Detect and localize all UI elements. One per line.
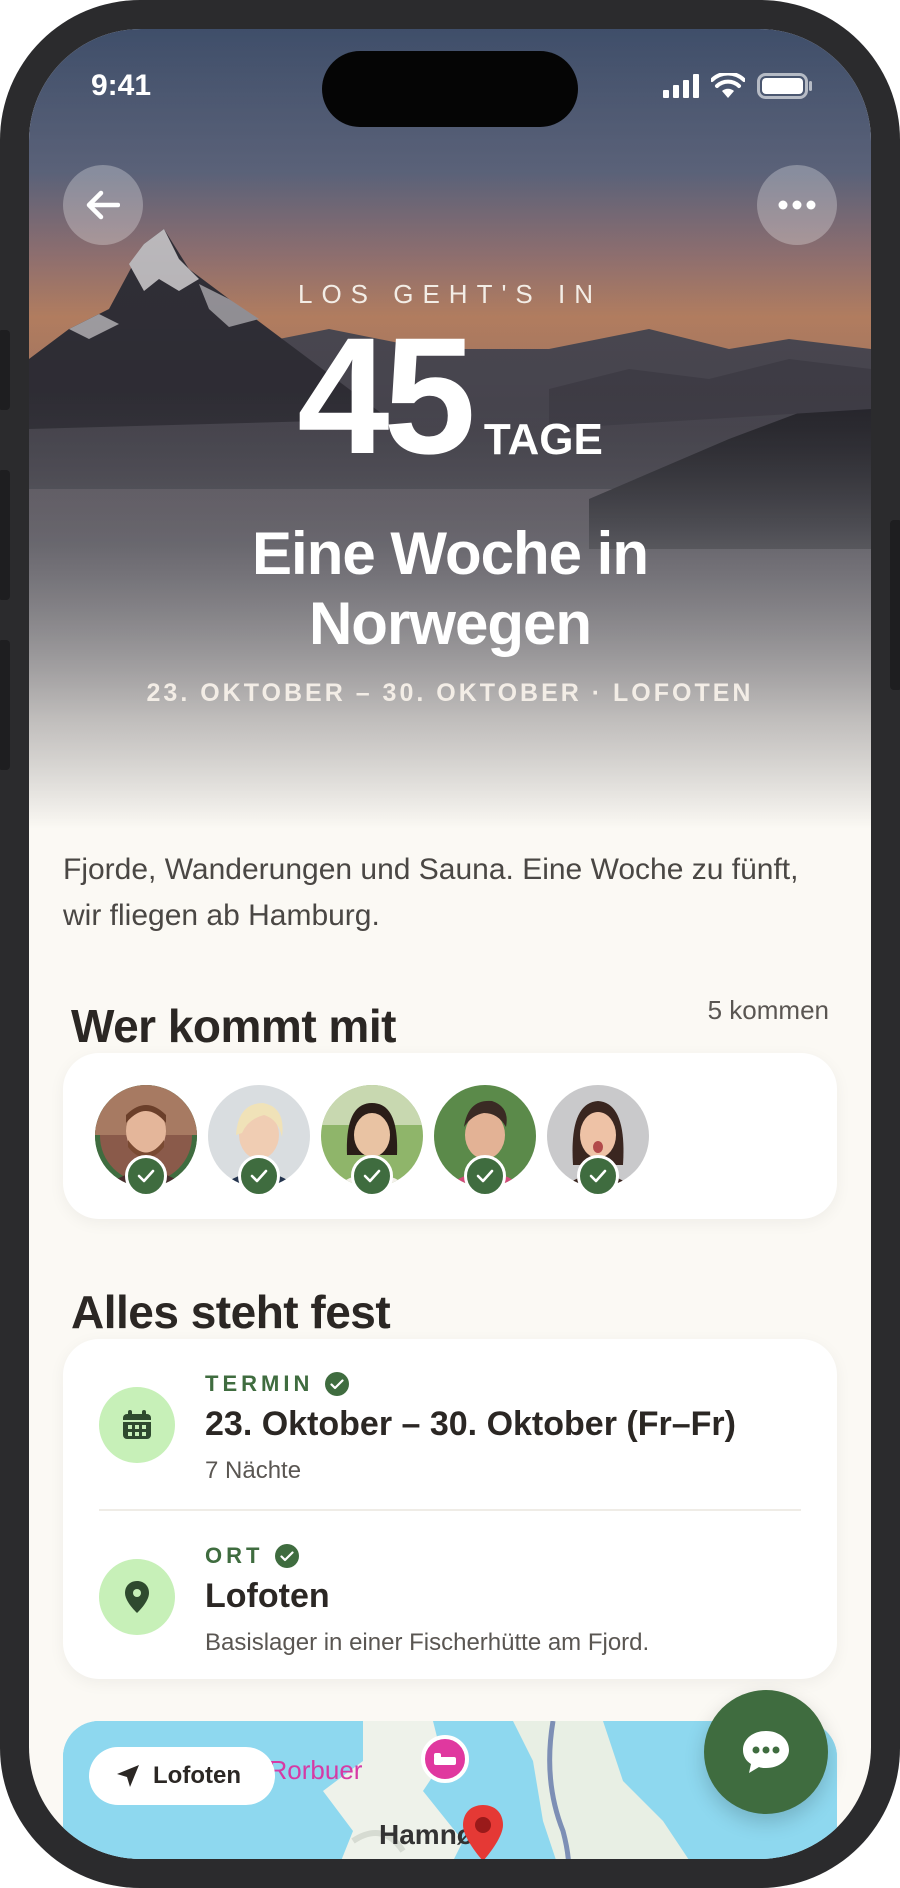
guest-avatar[interactable] [321,1085,423,1197]
fixed-section-title: Alles steht fest [71,1286,391,1338]
trip-title-line1: Eine Woche in [252,520,649,587]
checkmark-icon [250,1169,268,1183]
phone-frame: 9:41 LOS GEHT'S IN 45 TAGE Eine Woche in… [0,0,900,1888]
countdown-number: 45 [297,304,476,489]
status-time: 9:41 [91,69,152,102]
navigation-arrow-icon [117,1765,139,1787]
map-location-chip[interactable]: Lofoten [89,1747,275,1805]
guests-card[interactable] [63,1053,837,1219]
map-pin-icon-circle [99,1559,175,1635]
confirmed-check-badge [577,1155,619,1197]
guest-avatar[interactable] [434,1085,536,1197]
chat-button[interactable] [704,1690,828,1814]
dynamic-island [322,51,578,127]
battery-icon [757,73,812,99]
confirmed-check-badge [238,1155,280,1197]
confirmed-check-badge [125,1155,167,1197]
place-value: Lofoten [205,1577,330,1615]
arrow-left-icon [86,190,120,220]
more-options-button[interactable] [757,165,837,245]
date-row[interactable]: TERMIN 23. Oktober – 30. Oktober (Fr–Fr)… [63,1339,837,1509]
trip-title-line2: Norwegen [308,590,592,657]
power-button [890,520,900,690]
guest-avatar[interactable] [208,1085,310,1197]
back-button[interactable] [63,165,143,245]
checkmark-icon [476,1169,494,1183]
guest-avatar[interactable] [95,1085,197,1197]
map-chip-label: Lofoten [153,1762,241,1789]
screen: 9:41 LOS GEHT'S IN 45 TAGE Eine Woche in… [29,29,871,1859]
chat-bubble-icon [743,1731,789,1773]
ellipsis-icon [778,200,816,210]
confirmed-check-badge [464,1155,506,1197]
date-value: 23. Oktober – 30. Oktober (Fr–Fr) [205,1405,736,1443]
location-pin-icon[interactable] [460,1803,506,1859]
fixed-details-card: TERMIN 23. Oktober – 30. Oktober (Fr–Fr)… [63,1339,837,1679]
check-icon [275,1544,300,1568]
map-pin-icon [125,1581,149,1613]
place-subtitle: Basislager in einer Fischerhütte am Fjor… [205,1629,650,1656]
hotel-pin-icon[interactable] [421,1735,469,1793]
date-label-text: TERMIN [205,1371,314,1396]
place-label-text: ORT [205,1543,264,1568]
trip-dates-location: 23. OKTOBER – 30. OKTOBER · LOFOTEN [146,679,754,707]
volume-down-button [0,640,10,770]
countdown-unit: TAGE [483,415,603,464]
place-row[interactable]: ORT Lofoten Basislager in einer Fischerh… [63,1511,837,1679]
guest-avatar[interactable] [547,1085,649,1197]
guest-count-label: 5 kommen [707,995,829,1025]
wifi-icon [711,73,745,98]
checkmark-icon [137,1169,155,1183]
action-button [0,330,10,410]
check-icon [325,1372,350,1396]
confirmed-check-badge [351,1155,393,1197]
date-label: TERMIN [205,1371,350,1397]
checkmark-icon [589,1169,607,1183]
signal-icon [663,74,699,98]
trip-description: Fjorde, Wanderungen und Sauna. Eine Woch… [63,853,799,932]
hero-banner: 9:41 LOS GEHT'S IN 45 TAGE Eine Woche in… [29,29,871,829]
guests-section-title: Wer kommt mit [71,1000,396,1052]
trip-title: Eine Woche in Norwegen [29,519,871,659]
place-label: ORT [205,1543,300,1569]
status-icons [663,73,813,99]
calendar-icon [123,1410,151,1439]
calendar-icon-circle [99,1387,175,1463]
volume-up-button [0,470,10,600]
countdown: 45 TAGE [29,304,871,489]
checkmark-icon [363,1169,381,1183]
date-subtitle: 7 Nächte [205,1457,302,1484]
